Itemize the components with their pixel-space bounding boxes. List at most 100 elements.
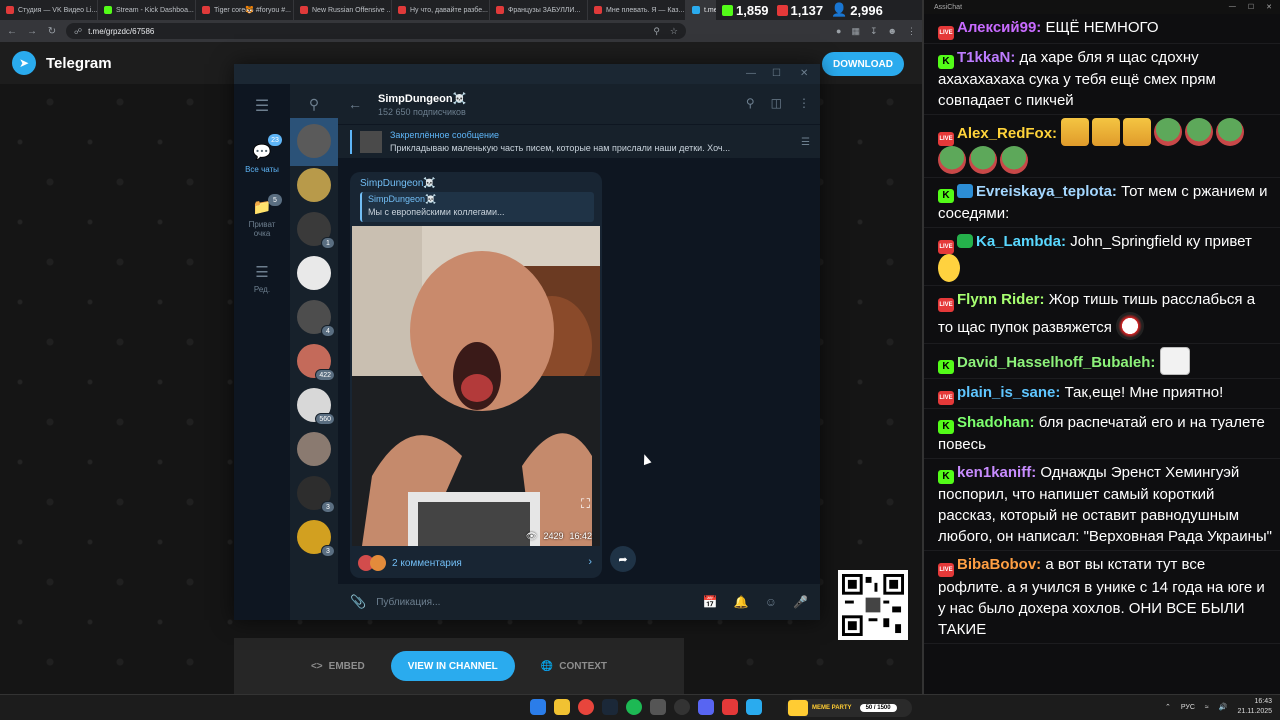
spotify-icon[interactable] xyxy=(626,699,642,715)
chat-username[interactable]: Evreiskaya_teplota xyxy=(976,183,1112,200)
fullscreen-icon[interactable]: ⛶ xyxy=(581,496,590,512)
browser-tab[interactable]: Мне плевать. Я — Каз... xyxy=(588,0,686,20)
windows-start-icon[interactable] xyxy=(530,699,546,715)
embed-label: EMBED xyxy=(328,660,365,672)
discord-icon[interactable] xyxy=(698,699,714,715)
chat-username[interactable]: Shadohan xyxy=(957,414,1030,431)
profile-icon[interactable]: ☻ xyxy=(888,26,897,36)
bell-icon[interactable]: 🔔 xyxy=(734,595,749,609)
browser-tab[interactable]: Stream - Kick Dashboa... xyxy=(98,0,196,20)
app-icon[interactable] xyxy=(722,699,738,715)
chat-avatar[interactable] xyxy=(297,124,331,158)
minimize-icon[interactable]: — xyxy=(1229,3,1236,11)
download-icon[interactable]: ↧ xyxy=(870,26,878,37)
puzzle-icon[interactable]: ▦ xyxy=(851,26,860,37)
browser-tab[interactable]: Ну что, давайте разбе... xyxy=(392,0,490,20)
chat-username[interactable]: Flynn Rider xyxy=(957,291,1040,308)
viewers-count: 2,996 xyxy=(850,2,883,18)
browser-tab[interactable]: Студия — VK Видео Li... xyxy=(0,0,98,20)
chat-avatar[interactable]: 4 xyxy=(297,300,335,337)
chat-username[interactable]: ken1kaniff xyxy=(957,464,1031,481)
browser-tab[interactable]: Tiger core🐯 #foryou #... xyxy=(196,0,294,20)
download-button[interactable]: DOWNLOAD xyxy=(822,52,904,76)
channel-post: SimpDungeon☠️ SimpDungeon☠️ Мы с европей… xyxy=(350,172,602,578)
more-options-icon[interactable]: ⋮ xyxy=(798,96,810,110)
wifi-icon[interactable]: ≈ xyxy=(1205,704,1209,711)
memeface-emote-icon xyxy=(1159,347,1190,375)
view-in-channel-button[interactable]: VIEW IN CHANNEL xyxy=(390,651,515,681)
pinned-message-bar[interactable]: Закреплённое сообщение Прикладываю мален… xyxy=(338,124,820,158)
telegram-icon[interactable] xyxy=(746,699,762,715)
share-forward-icon[interactable]: ➦ xyxy=(610,546,636,572)
chat-header: ← SimpDungeon☠️ 152 650 подписчиков ⚲ ◫ … xyxy=(338,84,820,124)
app-icon[interactable] xyxy=(650,699,666,715)
tab-favicon-icon xyxy=(6,6,14,14)
chevron-up-icon[interactable]: ⌃ xyxy=(1165,703,1171,711)
chat-username[interactable]: BibaBobov xyxy=(957,556,1036,573)
pin-list-icon[interactable]: ☰ xyxy=(801,137,810,148)
chat-username[interactable]: T1kkaN xyxy=(957,49,1010,66)
chat-username[interactable]: David_Hasselhoff_Bubaleh xyxy=(957,354,1150,371)
chat-username[interactable]: Ka_Lambda xyxy=(976,233,1061,250)
reply-quote[interactable]: SimpDungeon☠️ Мы с европейскими коллегам… xyxy=(360,192,594,222)
browser-tab[interactable]: New Russian Offensive ... xyxy=(294,0,392,20)
menu-dots-icon[interactable]: ⋮ xyxy=(907,26,916,37)
embed-button[interactable]: <> EMBED xyxy=(311,661,365,672)
live-counter: 1,137 xyxy=(776,3,823,18)
hamburger-menu-icon[interactable]: ☰ xyxy=(234,84,290,128)
emoji-icon[interactable]: ☺ xyxy=(765,595,777,609)
chat-username[interactable]: Alex_RedFox xyxy=(957,125,1052,142)
obs-icon[interactable] xyxy=(674,699,690,715)
close-icon[interactable]: ✕ xyxy=(800,68,808,79)
chrome-icon[interactable] xyxy=(578,699,594,715)
chat-avatar[interactable]: 422 xyxy=(297,344,335,381)
chat-avatar[interactable] xyxy=(297,432,331,466)
zoom-icon[interactable]: ⚲ xyxy=(653,26,660,37)
volume-icon[interactable]: 🔊 xyxy=(1219,703,1228,711)
channel-title[interactable]: SimpDungeon☠️ xyxy=(378,92,466,105)
clock[interactable]: 16:43 21.11.2025 xyxy=(1237,697,1272,717)
chat-avatar[interactable] xyxy=(297,168,331,202)
chevron-right-icon: › xyxy=(588,556,592,568)
steam-icon[interactable] xyxy=(602,699,618,715)
file-explorer-icon[interactable] xyxy=(554,699,570,715)
sidebar-toggle-icon[interactable]: ◫ xyxy=(771,96,782,110)
browser-tab[interactable]: Французы ЗАБУЛЛИ... xyxy=(490,0,588,20)
paperclip-icon[interactable]: 📎 xyxy=(350,594,366,610)
chat-avatar[interactable] xyxy=(297,256,331,290)
extension-icon[interactable]: ● xyxy=(836,26,841,36)
chat-username[interactable]: plain_is_sane xyxy=(957,384,1055,401)
microphone-icon[interactable]: 🎤 xyxy=(793,595,808,609)
chat-avatar[interactable]: 3 xyxy=(297,476,335,513)
chat-avatar[interactable]: 1 xyxy=(297,212,335,249)
chat-avatar[interactable]: 560 xyxy=(297,388,335,425)
forward-icon[interactable]: → xyxy=(26,26,38,37)
reload-icon[interactable]: ↻ xyxy=(46,26,58,37)
folder-tab[interactable]: ☰ Ред. xyxy=(234,248,290,308)
folder-tab[interactable]: 💬 23 Все чаты xyxy=(234,128,290,188)
post-author[interactable]: SimpDungeon☠️ xyxy=(360,178,436,189)
address-bar[interactable]: ☍ t.me/grpzdc/67586 ⚲ ☆ xyxy=(66,23,686,39)
close-icon[interactable]: ✕ xyxy=(1266,3,1272,11)
search-icon[interactable]: ⚲ xyxy=(746,96,755,110)
username-separator: : xyxy=(1150,354,1160,371)
minimize-icon[interactable]: — xyxy=(746,68,756,79)
maximize-icon[interactable]: ☐ xyxy=(1248,3,1254,11)
maximize-icon[interactable]: ☐ xyxy=(772,68,781,79)
chat-avatar[interactable]: 3 xyxy=(297,520,335,557)
back-icon[interactable]: ← xyxy=(6,26,18,37)
comments-button[interactable]: 2 комментария › xyxy=(350,548,602,578)
stream-counters: 1,859 1,137 👤 2,996 xyxy=(716,0,883,20)
composer-input[interactable]: Публикация... xyxy=(376,597,693,608)
schedule-icon[interactable]: 📅 xyxy=(703,595,718,609)
bookmark-star-icon[interactable]: ☆ xyxy=(670,26,678,37)
context-button[interactable]: 🌐 CONTEXT xyxy=(541,661,607,672)
folder-tab[interactable]: 📁 5 Приват очка xyxy=(234,188,290,248)
chat-username[interactable]: Алексий99 xyxy=(957,19,1036,36)
language-indicator[interactable]: РУС xyxy=(1181,704,1195,711)
back-arrow-icon[interactable]: ← xyxy=(348,96,378,112)
joker-emote-icon xyxy=(1116,312,1145,340)
video-media[interactable]: ⛶ 👁 2429 16:42 xyxy=(352,226,600,546)
chat-message-list: LIVE Алексий99: ЕЩЁ НЕМНОГО K T1kkaN: да ха… xyxy=(924,14,1280,644)
site-info-icon[interactable]: ☍ xyxy=(74,27,82,36)
